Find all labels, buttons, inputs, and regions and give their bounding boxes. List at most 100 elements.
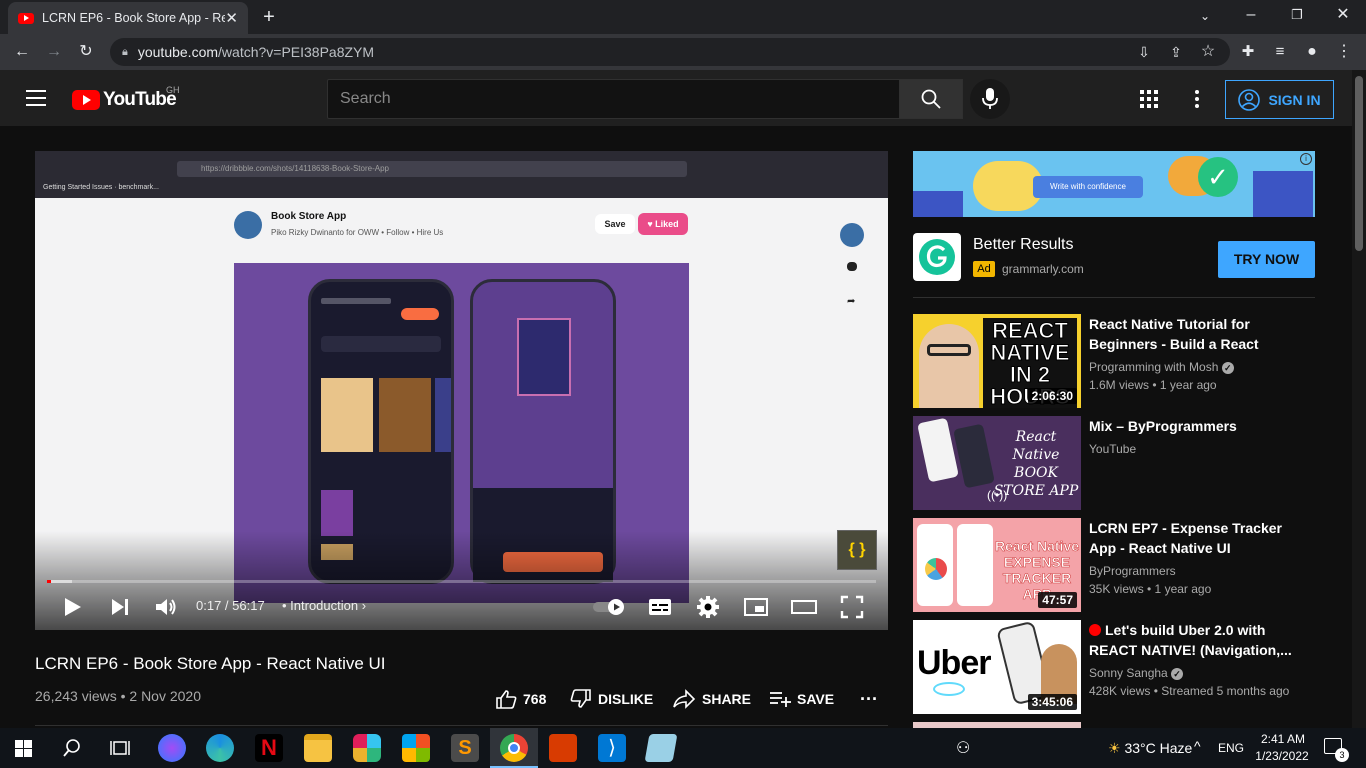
tray-chevron-up-icon[interactable]: ^ — [1194, 738, 1201, 754]
recommendation-title[interactable]: LCRN EP7 - Expense Tracker App - React N… — [1089, 518, 1299, 558]
forward-icon[interactable]: → — [44, 42, 64, 62]
restore-icon[interactable]: ❐ — [1287, 5, 1307, 25]
comment-icon — [847, 262, 857, 271]
sign-in-button[interactable]: SIGN IN — [1225, 80, 1334, 119]
recommendation-item[interactable]: REACT NATIVE IN 2 HOURS 2:06:30 React Na… — [913, 314, 1315, 408]
search-placeholder: Search — [340, 90, 391, 107]
more-horizontal-icon: ··· — [860, 689, 878, 709]
voice-search-button[interactable] — [970, 79, 1010, 119]
recommendation-channel[interactable]: ByProgrammers — [1089, 564, 1176, 578]
settings-gear-icon[interactable] — [695, 594, 721, 620]
recommendation-item[interactable]: React Native BOOK STORE APP ((•)) Mix – … — [913, 416, 1315, 510]
sublime-text-icon[interactable]: S — [451, 734, 479, 762]
ad-title[interactable]: Better Results — [973, 236, 1073, 254]
grammarly-logo[interactable] — [913, 233, 961, 281]
new-tab-icon[interactable]: + — [259, 7, 279, 27]
progress-bar[interactable] — [47, 580, 876, 583]
clock-time[interactable]: 2:41 AM — [1258, 732, 1308, 746]
like-button[interactable]: 768 — [495, 689, 546, 709]
share-icon — [673, 689, 696, 709]
people-icon[interactable]: ⚇ — [956, 738, 970, 758]
taskbar-search-icon[interactable] — [63, 739, 81, 757]
hamburger-menu-icon[interactable] — [26, 89, 46, 107]
autoplay-toggle-icon[interactable] — [592, 598, 628, 616]
mix-radio-icon: ((•)) — [987, 488, 1008, 502]
channel-watermark[interactable]: { } — [837, 530, 877, 570]
page-scrollbar[interactable] — [1352, 70, 1366, 728]
recommendation-channel[interactable]: Sonny Sangha ✓ — [1089, 666, 1184, 680]
chrome-icon[interactable] — [500, 734, 528, 762]
recommendation-channel[interactable]: YouTube — [1089, 442, 1136, 456]
recommendation-title[interactable]: React Native Tutorial for Beginners - Bu… — [1089, 314, 1299, 354]
video-player[interactable]: https://dribbble.com/shots/14118638-Book… — [35, 151, 888, 630]
recommendation-item[interactable]: Uber 3:45:06 Let's build Uber 2.0 with R… — [913, 620, 1315, 714]
edge-icon[interactable] — [206, 734, 234, 762]
scrollbar-thumb[interactable] — [1355, 76, 1363, 251]
recommendation-meta: 35K views • 1 year ago — [1089, 582, 1212, 596]
settings-more-icon[interactable] — [1194, 89, 1200, 109]
recommendation-thumbnail[interactable]: Uber 3:45:06 — [913, 620, 1081, 714]
volume-icon[interactable] — [153, 594, 179, 620]
chapter-button[interactable]: • Introduction › — [282, 598, 366, 613]
miniplayer-icon[interactable] — [743, 594, 769, 620]
dislike-button[interactable]: DISLIKE — [570, 689, 653, 709]
close-window-icon[interactable]: ✕ — [1333, 5, 1353, 25]
ad-badge: Ad — [973, 261, 995, 277]
weather-widget[interactable]: ☀︎ 33°C Haze — [1108, 740, 1192, 757]
windows-start-icon[interactable] — [15, 740, 32, 757]
try-now-button[interactable]: TRY NOW — [1218, 241, 1315, 278]
browser-tab[interactable]: LCRN EP6 - Book Store App - Rea ✕ — [8, 2, 248, 34]
more-actions-button[interactable]: ··· — [860, 689, 878, 710]
notepad-icon[interactable] — [644, 734, 678, 762]
task-view-icon[interactable] — [110, 739, 130, 757]
play-icon[interactable] — [59, 594, 85, 620]
fullscreen-icon[interactable] — [839, 594, 865, 620]
extensions-icon[interactable]: ✚ — [1238, 42, 1258, 62]
microsoft-store-icon[interactable] — [402, 734, 430, 762]
bookmark-star-icon[interactable]: ☆ — [1198, 42, 1218, 62]
search-button[interactable] — [899, 79, 963, 119]
share-arrow-icon: ➦ — [847, 296, 856, 307]
recommendation-channel[interactable]: Programming with Mosh ✓ — [1089, 360, 1234, 374]
search-input[interactable]: Search — [327, 79, 900, 119]
install-icon[interactable]: ⇩ — [1134, 42, 1154, 62]
language-indicator[interactable]: ENG — [1218, 741, 1244, 755]
progress-played — [47, 580, 51, 583]
messenger-icon[interactable] — [158, 734, 186, 762]
chrome-menu-icon[interactable]: ⋮ — [1334, 42, 1354, 62]
ad-info-icon[interactable]: i — [1300, 153, 1312, 165]
shot-author: Piko Rizky Dwinanto for OWW • Follow • H… — [271, 228, 444, 237]
tab-search-chevron-icon[interactable]: ⌄ — [1195, 6, 1215, 26]
office-icon[interactable] — [549, 734, 577, 762]
back-icon[interactable]: ← — [12, 42, 32, 62]
ad-banner-image[interactable]: Write with confidence ✓ i — [913, 151, 1315, 217]
tab-close-icon[interactable]: ✕ — [225, 9, 238, 27]
save-button[interactable]: SAVE — [769, 689, 834, 709]
profile-icon[interactable]: ● — [1302, 42, 1322, 62]
share-page-icon[interactable]: ⇪ — [1166, 42, 1186, 62]
recommendation-item[interactable]: React Native EXPENSE TRACKER APP 47:57 L… — [913, 518, 1315, 612]
slack-icon[interactable] — [353, 734, 381, 762]
apps-grid-icon[interactable] — [1140, 90, 1158, 108]
recommendation-thumbnail[interactable]: React Native EXPENSE TRACKER APP 47:57 — [913, 518, 1081, 612]
share-button[interactable]: SHARE — [672, 689, 751, 709]
shot-title: Book Store App — [271, 211, 347, 222]
grammarly-g-icon — [919, 239, 955, 275]
youtube-logo[interactable]: YouTube — [72, 89, 177, 111]
recommendation-title[interactable]: Mix – ByProgrammers — [1089, 416, 1299, 436]
clock-date[interactable]: 1/23/2022 — [1251, 749, 1313, 763]
subtitles-icon[interactable] — [647, 594, 673, 620]
minimize-icon[interactable]: – — [1241, 5, 1261, 25]
recommendation-thumbnail[interactable]: React Native BOOK STORE APP ((•)) — [913, 416, 1081, 510]
file-explorer-icon[interactable] — [304, 734, 332, 762]
address-bar[interactable]: 🔒︎ youtube.com/watch?v=PEI38Pa8ZYM — [110, 38, 1230, 66]
recommendation-title[interactable]: Let's build Uber 2.0 with REACT NATIVE! … — [1089, 620, 1299, 660]
recommendation-thumbnail[interactable]: REACT NATIVE IN 2 HOURS 2:06:30 — [913, 314, 1081, 408]
netflix-icon[interactable]: N — [255, 734, 283, 762]
reload-icon[interactable]: ↻ — [76, 42, 96, 62]
next-icon[interactable] — [107, 594, 133, 620]
recommendation-meta: 1.6M views • 1 year ago — [1089, 378, 1217, 392]
vscode-icon[interactable]: ⟩ — [598, 734, 626, 762]
theater-mode-icon[interactable] — [791, 594, 817, 620]
media-control-icon[interactable]: ≡ — [1270, 42, 1290, 62]
